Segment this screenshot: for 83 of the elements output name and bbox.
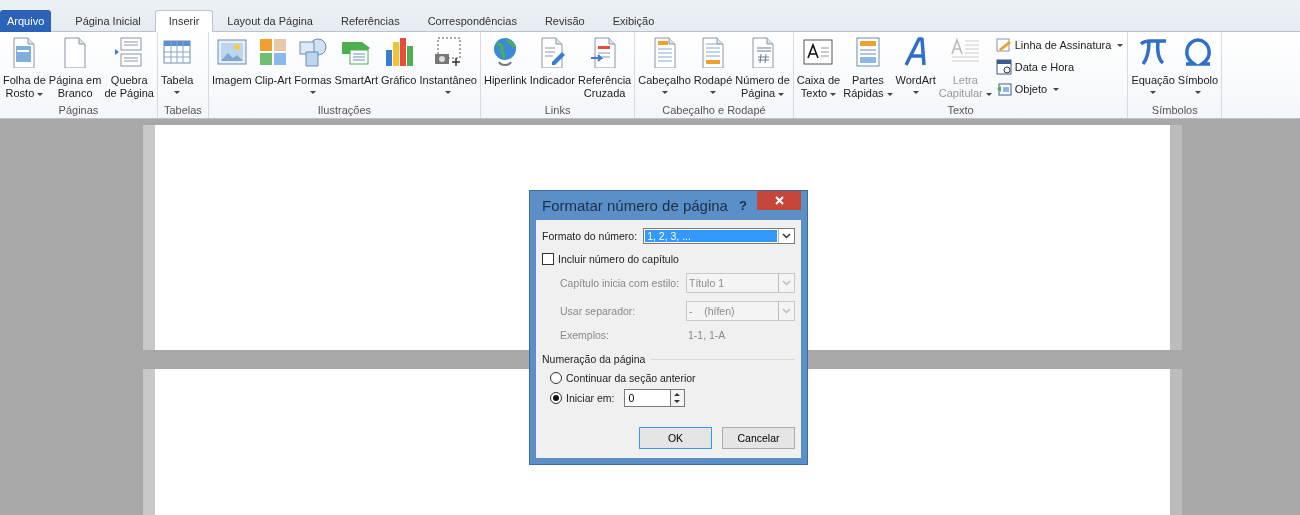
ribbon-button[interactable]: Gráfico (380, 34, 418, 87)
ribbon-tab[interactable]: Página Inicial (61, 10, 155, 32)
ribbon-button[interactable]: Tabela (159, 34, 195, 97)
object-icon (995, 81, 1012, 97)
close-icon (774, 196, 784, 205)
ribbon-button[interactable]: Página em Branco (47, 34, 103, 100)
chevron-down-icon (782, 280, 791, 286)
ribbon-button[interactable]: Símbolo (1176, 34, 1220, 97)
ribbon-button[interactable]: Referência Cruzada (577, 34, 633, 100)
ribbon-tab[interactable]: Arquivo (0, 10, 52, 32)
caret-icon (886, 92, 893, 96)
dialog-button[interactable]: Cancelar (722, 427, 795, 449)
ribbon-button[interactable]: Linha de Assinatura (993, 36, 1126, 54)
ribbon-button[interactable]: Cabeçalho (637, 34, 692, 97)
ribbon-button[interactable]: Clip-Art (253, 34, 293, 87)
start-number-field[interactable]: 0 (624, 389, 671, 407)
ribbon-button[interactable]: Folha de Rosto (2, 34, 47, 100)
ribbon-button[interactable]: SmartArt (333, 34, 379, 87)
help-button[interactable]: ? (739, 198, 747, 213)
ribbon-button[interactable]: Indicador (528, 34, 576, 87)
group-label: Cabeçalho e Rodapé (661, 103, 767, 118)
field-label: Usar separador: (560, 305, 637, 317)
ribbon-button[interactable]: Rodapé (692, 34, 734, 97)
group-label: Links (543, 103, 572, 118)
ribbon-button[interactable]: Objeto (993, 80, 1126, 98)
ribbon-button[interactable]: Hiperlink (482, 34, 528, 87)
caret-icon (445, 90, 452, 94)
caret-icon (710, 90, 717, 94)
shapes-icon (296, 36, 329, 68)
ribbon-button[interactable]: Imagem (210, 34, 253, 87)
ribbon-button[interactable]: Quebra de Página (103, 34, 155, 100)
field-label: Exemplos: (560, 329, 611, 341)
caret-icon (309, 90, 316, 94)
caret-icon (37, 92, 44, 96)
caret-icon (1053, 87, 1060, 91)
group-label: Texto (946, 103, 975, 118)
dialog-title: Formatar número de página (541, 197, 729, 214)
field-label: Formato do número: (542, 230, 638, 242)
group-label: Ilustrações (316, 103, 372, 118)
caret-icon (830, 92, 837, 96)
omega-icon (1182, 36, 1214, 68)
spin-buttons[interactable] (670, 389, 686, 407)
checkbox-label: Incluir número do capítulo (558, 253, 679, 265)
ribbon-button[interactable]: Número de Página (734, 34, 791, 100)
ribbon-tab[interactable]: Correspondências (413, 10, 531, 32)
picture-icon (215, 36, 248, 68)
caret-icon (661, 90, 668, 94)
caret-icon (985, 92, 992, 96)
ribbon-button[interactable]: Partes Rápidas (842, 34, 894, 100)
ribbon-button[interactable]: Caixa de Texto (795, 34, 842, 100)
ribbon-button[interactable]: Data e Hora (993, 58, 1126, 76)
ribbon-tab[interactable]: Exibição (598, 10, 669, 32)
caret-icon (174, 90, 181, 94)
checkbox[interactable] (542, 253, 554, 265)
examples-text: 1-1, 1-A (688, 329, 726, 341)
field-label: Capítulo inicia com estilo: (560, 277, 681, 289)
group-label: Tabelas (162, 103, 203, 118)
ribbon-button[interactable]: Formas (293, 34, 333, 97)
chevron-down-icon (782, 233, 791, 239)
ribbon-tab[interactable]: Revisão (530, 10, 599, 32)
ribbon-button[interactable]: WordArt (894, 34, 937, 97)
dialog-button[interactable]: OK (639, 427, 712, 449)
caret-icon (912, 90, 919, 94)
radio-label: Continuar da seção anterior (566, 372, 696, 384)
section-title: Numeração da página (542, 353, 646, 365)
ribbon-tab[interactable]: Referências (326, 10, 414, 32)
radio-button[interactable] (550, 372, 562, 384)
close-button[interactable] (757, 191, 801, 210)
caret-icon (1150, 90, 1157, 94)
text-box-icon (802, 36, 835, 68)
calendar-icon (995, 59, 1012, 75)
caret-icon (778, 92, 785, 96)
caret-icon (1195, 90, 1201, 94)
chevron-down-icon (782, 308, 791, 314)
radio-label: Iniciar em: (566, 392, 615, 404)
caret-icon (1117, 43, 1124, 47)
group-label: Páginas (57, 103, 100, 118)
group-label: Símbolos (1150, 103, 1199, 118)
ribbon-button[interactable]: Instantâneo (418, 34, 478, 97)
radio-button[interactable] (550, 392, 562, 404)
ribbon-tab[interactable]: Layout da Página (213, 10, 327, 32)
ribbon-button[interactable]: Equação (1130, 34, 1176, 97)
ribbon-tab[interactable]: Inserir (154, 10, 214, 32)
